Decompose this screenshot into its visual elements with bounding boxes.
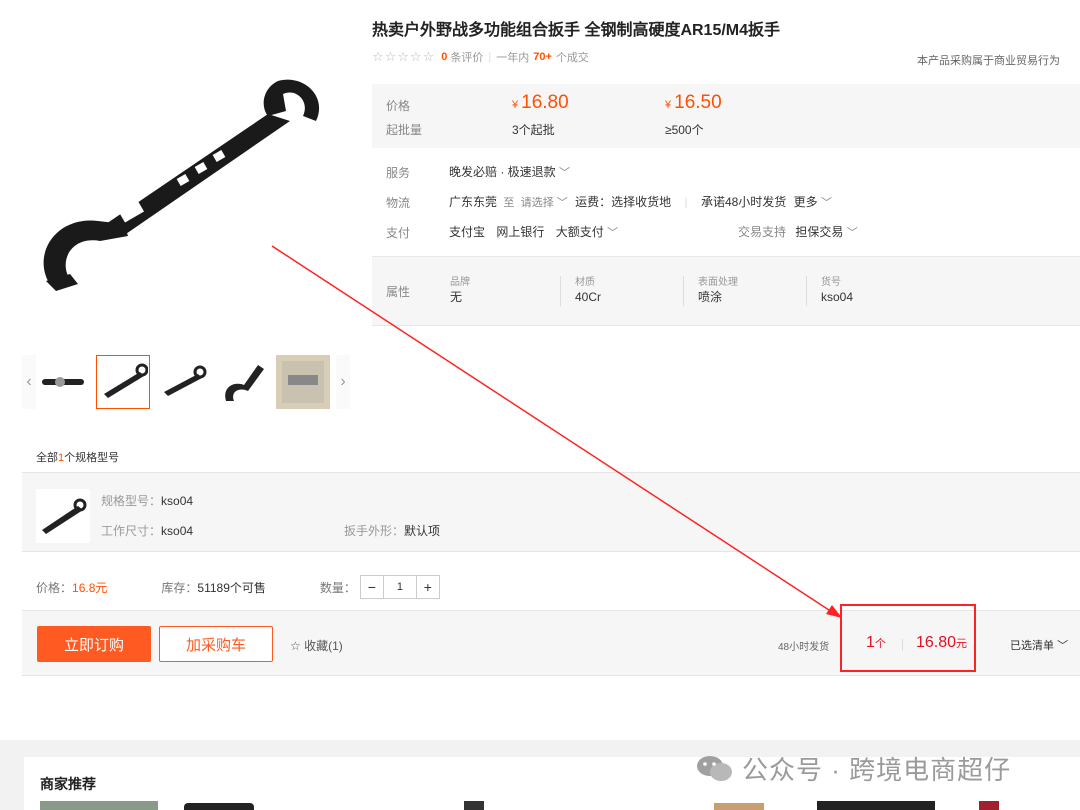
unit-price: 16.8元 [72,580,108,595]
chevron-right-icon[interactable]: › [336,355,350,409]
logistics-label: 物流 [386,196,411,210]
annotation-highlight-box [840,604,976,672]
thumbnail-1[interactable] [36,355,90,409]
freight-text: 运费：选择收货地 [575,195,672,209]
chevron-down-icon: ﹀ [556,197,568,209]
spec-model: 规格型号：kso04 [101,494,194,508]
origin-text: 广东东莞 [449,195,498,209]
moq-label: 起批量 [386,123,423,137]
wrench-image [42,498,87,534]
chevron-down-icon: ﹀ [821,197,832,209]
chevron-down-icon: ﹀ [559,167,571,179]
attr-finish: 表面处理 喷涂 [683,276,738,306]
rating-row: ☆☆☆☆☆ 0 条评价 | 一年内 70+ 个成交 [372,49,589,65]
destination-select[interactable]: 请选择 ﹀ [521,197,568,209]
wrench-image [164,365,207,396]
wrench-package-image [282,361,324,403]
tier-moq-2: ≥500个 [665,123,704,137]
sales-prefix: 一年内 [496,52,530,64]
thumbnail-4[interactable] [216,355,270,409]
sales-suffix: 个成交 [555,52,589,64]
attr-brand: 品牌无 [450,277,470,304]
favorite-button[interactable]: ☆ 收藏(1) [290,637,343,654]
payment-methods: 支付宝 网上银行 大额支付 ﹀ [449,223,618,240]
payment-bank: 网上银行 [496,225,545,239]
payment-label: 支付 [386,226,411,240]
payment-large[interactable]: 大额支付 ﹀ [556,225,618,239]
wrench-image [225,365,264,401]
thumbnail-5[interactable] [276,355,330,409]
add-cart-button[interactable]: 加采购车 [159,626,273,662]
spec-shape: 扳手外形：默认项 [344,524,441,538]
recommend-item-image[interactable] [979,801,999,810]
stock-count: 51189个可售 [197,580,266,595]
chevron-down-icon: ﹀ [1057,640,1069,652]
spec-count: 全部1个规格型号 [36,452,120,464]
spec-thumbnail [36,489,90,543]
recommend-item-image[interactable] [40,801,158,810]
quantity-stepper[interactable]: − 1 + [359,575,440,599]
stock-row: 价格： 16.8元 库存： 51189个可售 数量： − 1 + [36,575,440,599]
attributes-label: 属性 [386,285,411,299]
star-icon: ☆ [290,639,301,653]
reviews-label[interactable]: 条评价 [450,49,483,65]
recommend-title: 商家推荐 [40,776,96,792]
reviews-count[interactable]: 0 [441,51,447,63]
watermark: 公众号 · 跨境电商超仔 [696,750,1011,787]
logistics-row: 广东东莞 至 请选择 ﹀ 运费：选择收货地 | 承诺48小时发货 更多 ﹀ [449,195,832,209]
price-label: 价格 [386,99,411,113]
attr-material: 材质 40Cr [560,276,601,306]
star-rating-icon: ☆☆☆☆☆ [372,49,436,64]
chevron-down-icon: ﹀ [607,227,619,239]
service-label: 服务 [386,166,411,180]
main-product-image[interactable] [28,76,328,296]
price-box: 价格 起批量 ¥16.80 3个起批 ¥16.50 ≥500个 [372,84,1080,148]
wrench-image [42,377,84,387]
minus-icon[interactable]: − [361,576,383,598]
trade-support[interactable]: 交易支持 担保交易 ﹀ [738,223,858,240]
tier-moq-1: 3个起批 [512,123,555,137]
sales-count: 70+ [533,51,552,63]
ship-promise: 承诺48小时发货 [700,195,787,209]
wrench-image [43,79,320,291]
product-title: 热卖户外野战多功能组合扳手 全钢制高硬度AR15/M4扳手 [372,22,781,39]
wechat-icon [697,755,732,781]
buy-now-button[interactable]: 立即订购 [37,626,151,662]
ship-note: 48小时发货 [778,642,830,653]
spec-size: 工作尺寸：kso04 [101,524,194,538]
thumbnail-strip: ‹ › [22,354,350,410]
divider: | [488,51,492,63]
tier-price-1: ¥16.80 [512,92,569,113]
recommend-item-image[interactable] [184,803,254,810]
spec-option[interactable]: 规格型号：kso04 工作尺寸：kso04 扳手外形：默认项 [22,472,1080,552]
trade-note: 本产品采购属于商业贸易行为 [917,55,1060,67]
recommend-item-image[interactable] [464,801,484,810]
selected-list-dropdown[interactable]: 已选清单 ﹀ [1010,637,1068,653]
recommend-item-image[interactable] [714,803,764,810]
wrench-image [104,363,148,398]
quantity-input[interactable]: 1 [382,576,417,598]
tier-price-2: ¥16.50 [665,92,722,113]
payment-alipay: 支付宝 [449,225,486,239]
attributes-box: 属性 品牌无 材质 40Cr 表面处理 喷涂 货号 kso04 [372,256,1080,326]
chevron-down-icon: ﹀ [846,227,858,239]
service-dropdown[interactable]: 晚发必赔 · 极速退款 ﹀ [449,163,570,180]
thumbnail-3[interactable] [156,355,210,409]
more-dropdown[interactable]: 更多 ﹀ [794,195,832,209]
recommend-item-image[interactable] [817,801,935,810]
attr-item-no: 货号 kso04 [806,276,853,306]
chevron-left-icon[interactable]: ‹ [22,355,36,409]
plus-icon[interactable]: + [417,576,439,598]
thumbnail-2[interactable] [96,355,150,409]
